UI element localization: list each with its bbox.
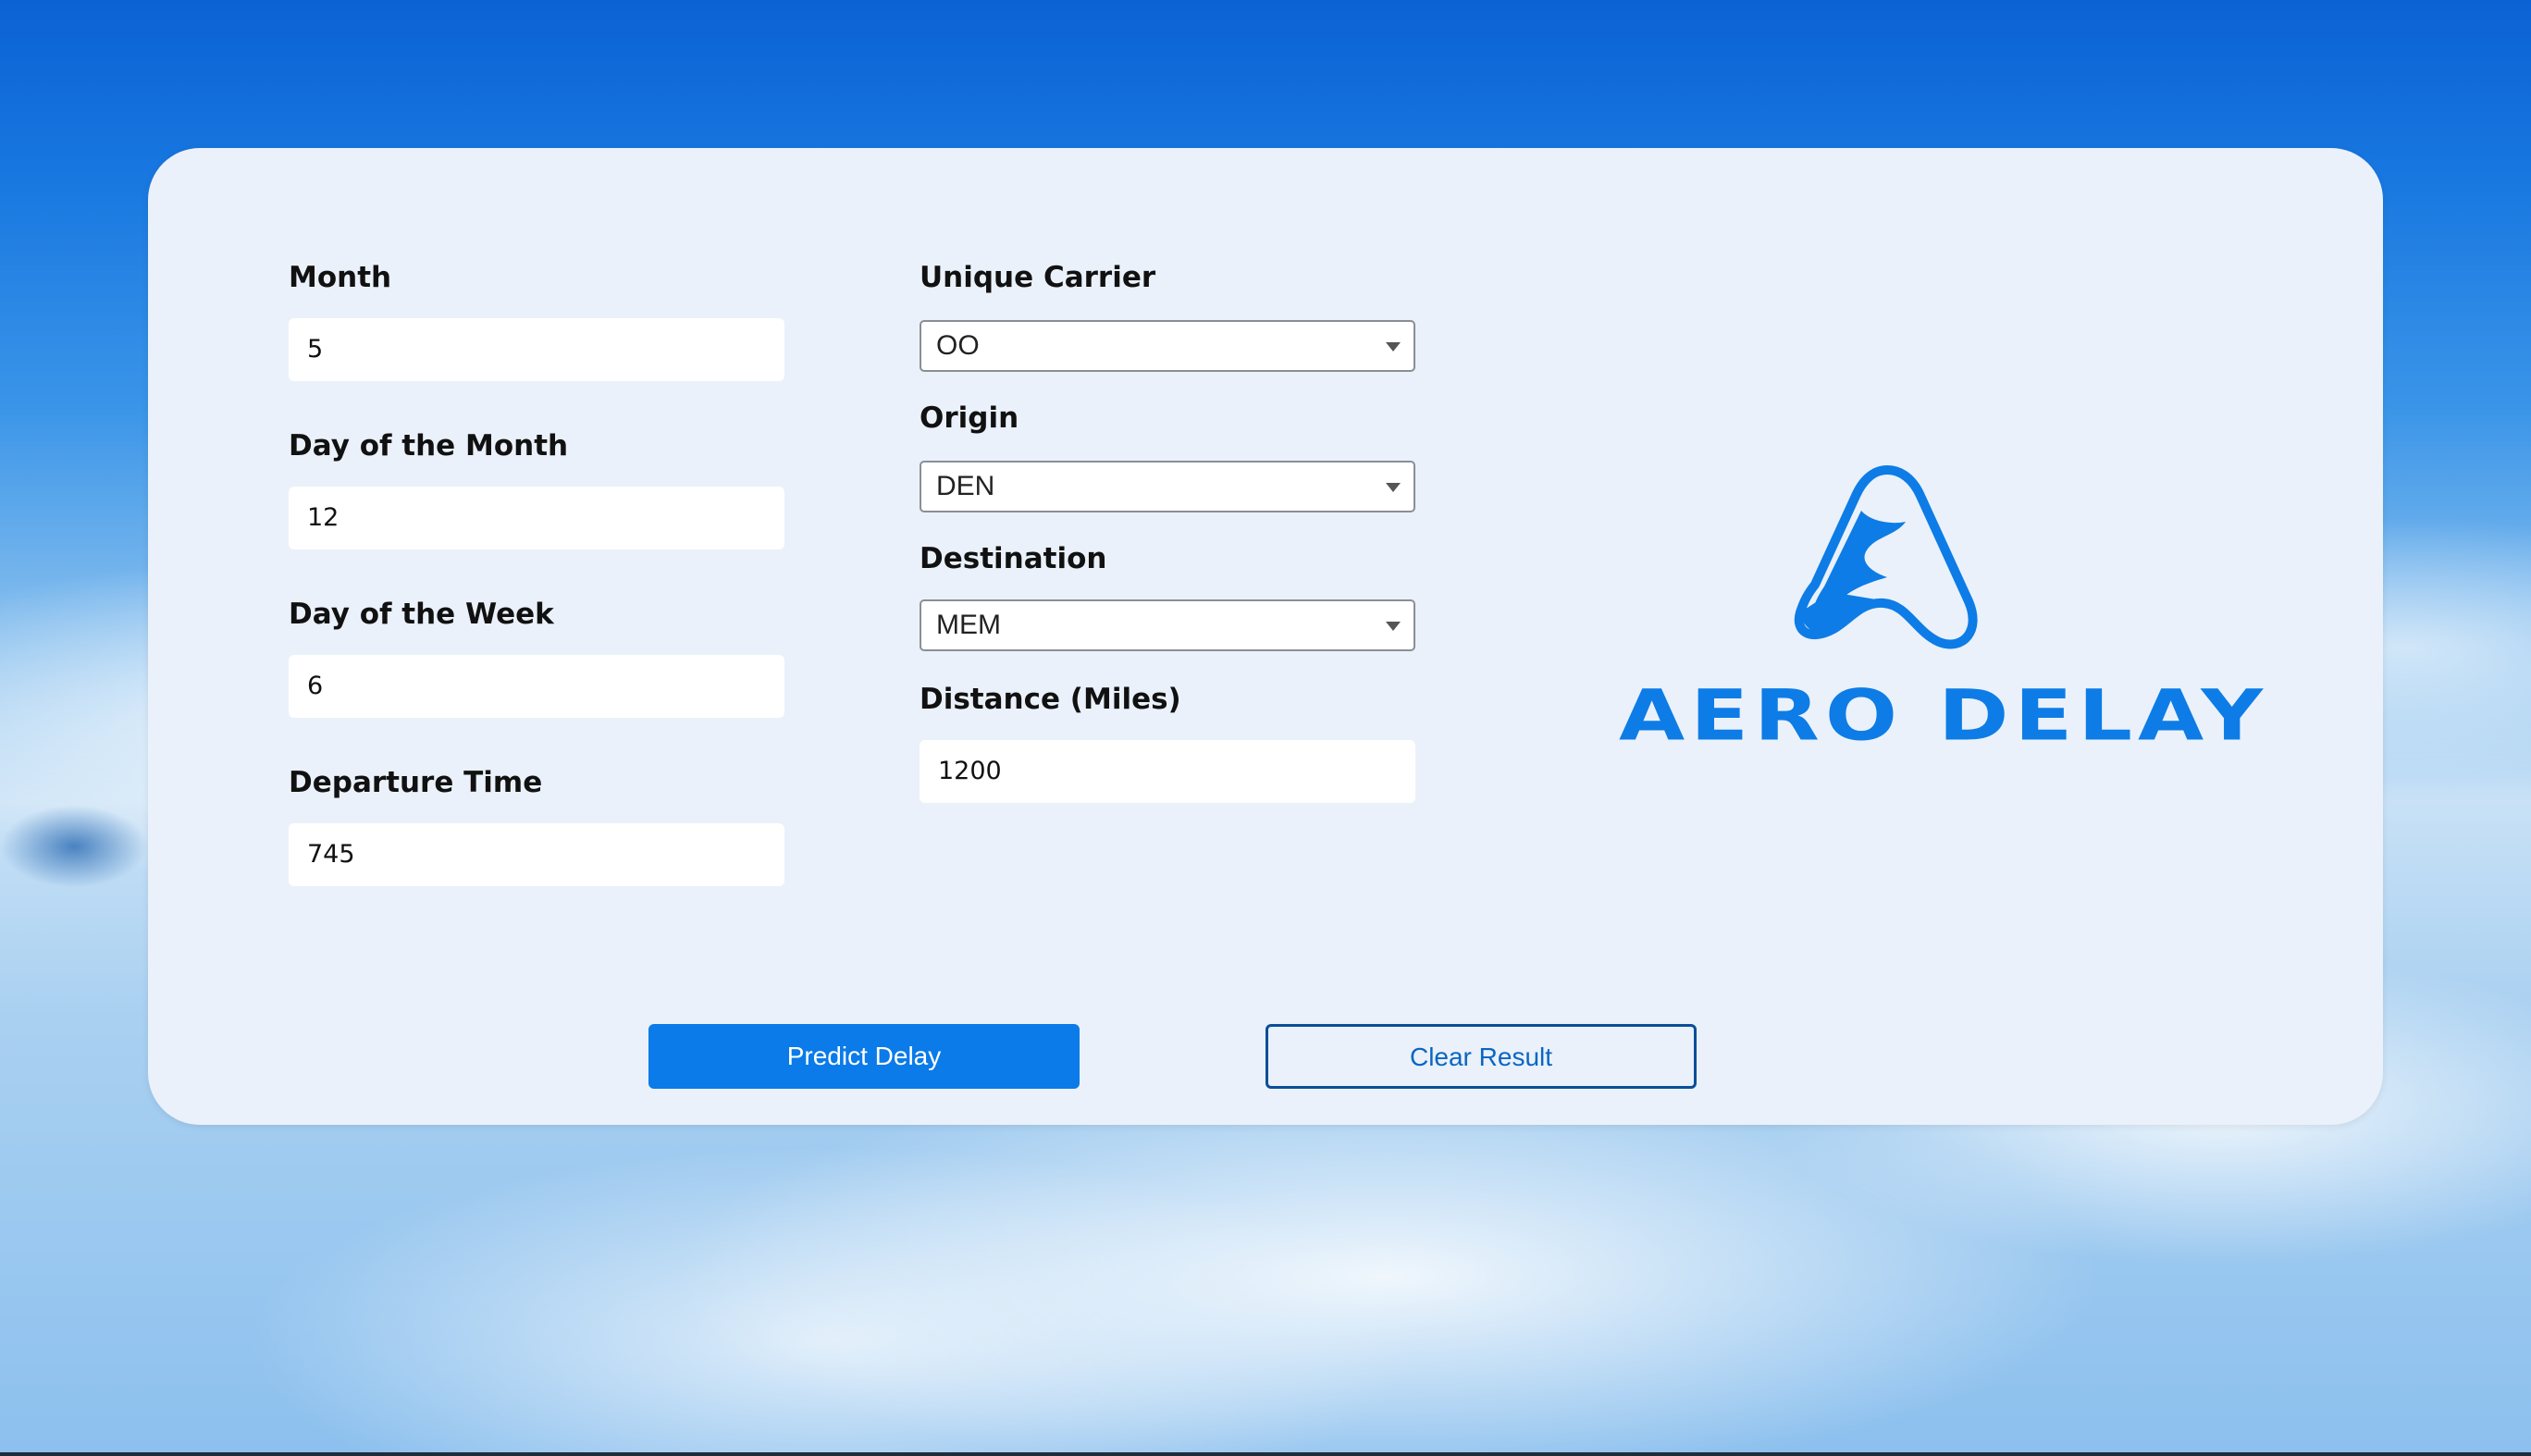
distance-label: Distance (Miles) [920,683,1181,716]
unique-carrier-value: OO [936,330,980,361]
logo-a-icon [1794,465,1978,649]
departure-time-input[interactable] [289,823,784,886]
day-of-week-input[interactable] [289,655,784,718]
background-detail [0,805,148,888]
aero-delay-logo: AERO DELAY [1619,453,2268,768]
distance-input[interactable] [920,740,1415,803]
chevron-down-icon [1386,483,1401,492]
clear-result-button[interactable]: Clear Result [1266,1024,1697,1089]
origin-value: DEN [936,471,995,501]
destination-label: Destination [920,542,1107,575]
day-of-week-label: Day of the Week [289,598,554,631]
month-input[interactable] [289,318,784,381]
destination-select[interactable]: MEM [920,599,1415,651]
logo-wordmark: AERO DELAY [1619,674,2268,757]
day-of-month-input[interactable] [289,487,784,549]
chevron-down-icon [1386,342,1401,352]
unique-carrier-select[interactable]: OO [920,320,1415,372]
unique-carrier-label: Unique Carrier [920,261,1156,294]
origin-label: Origin [920,401,1019,435]
month-label: Month [289,261,392,294]
origin-select[interactable]: DEN [920,461,1415,512]
departure-time-label: Departure Time [289,766,543,799]
destination-value: MEM [936,610,1001,640]
bottom-edge [0,1452,2531,1456]
predict-delay-button[interactable]: Predict Delay [648,1024,1080,1089]
chevron-down-icon [1386,622,1401,631]
day-of-month-label: Day of the Month [289,429,569,463]
